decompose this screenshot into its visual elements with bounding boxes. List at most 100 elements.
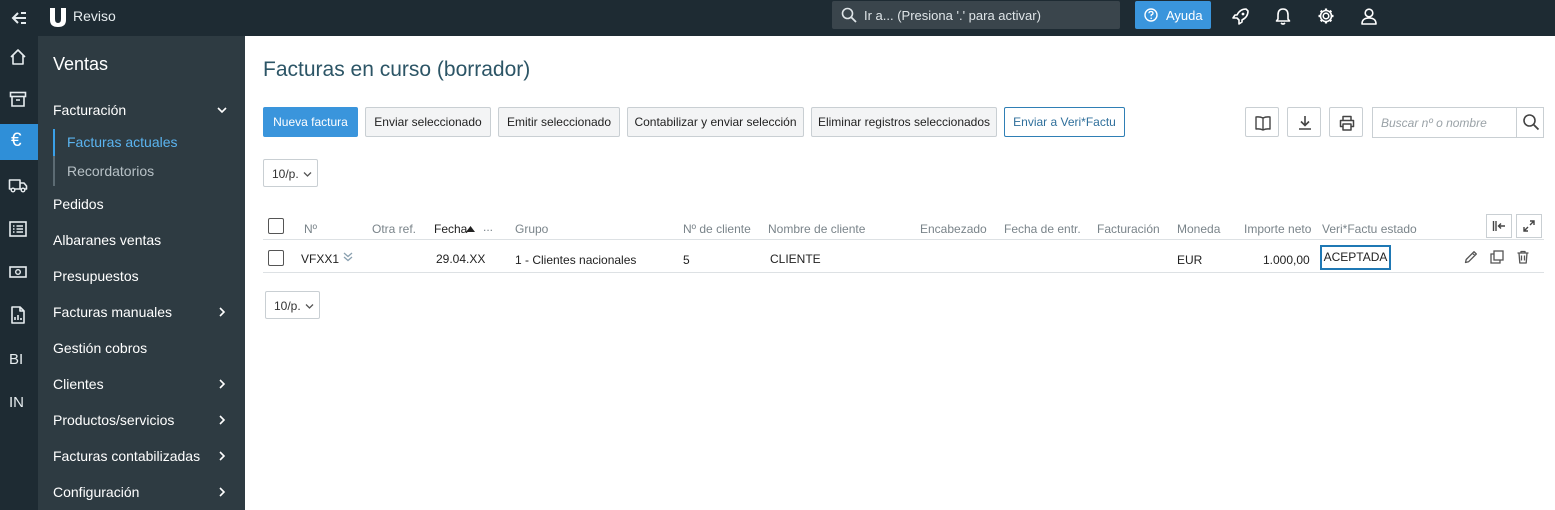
submenu-active-indicator: [53, 129, 55, 156]
double-chevron-down-icon[interactable]: [342, 251, 354, 263]
help-button[interactable]: Ayuda: [1135, 1, 1211, 29]
module-rail: € BI IN: [0, 36, 38, 510]
truck-icon: [8, 179, 28, 193]
download-icon: [1299, 116, 1311, 130]
sidebar-item-facturas-manuales[interactable]: Facturas manuales: [53, 304, 172, 320]
chevron-right-icon[interactable]: [216, 414, 228, 426]
page-size-select-top[interactable]: 10/p.: [263, 159, 318, 187]
collapse-columns-icon: [1492, 221, 1505, 231]
rail-cash[interactable]: [0, 254, 38, 290]
cell-grupo: 1 - Clientes nacionales: [515, 253, 637, 267]
sidebar-item-facturacion[interactable]: Facturación: [53, 102, 126, 118]
delete-selected-button[interactable]: Eliminar registros seleccionados: [811, 107, 997, 137]
select-all-checkbox[interactable]: [268, 218, 284, 234]
printer-icon: [1339, 115, 1355, 131]
manual-button[interactable]: [1245, 107, 1279, 137]
download-button[interactable]: [1287, 107, 1321, 137]
sidebar-item-presupuestos[interactable]: Presupuestos: [53, 268, 139, 284]
banknote-icon: [9, 266, 27, 278]
col-estado[interactable]: Veri*Factu estado: [1322, 222, 1417, 236]
home-icon: [10, 49, 26, 65]
sidebar-item-facturas-actuales[interactable]: Facturas actuales: [67, 134, 178, 150]
cell-numero[interactable]: VFXX1: [301, 252, 339, 266]
book-icon: [1255, 116, 1271, 131]
sidebar-item-clientes[interactable]: Clientes: [53, 376, 104, 392]
rocket-icon[interactable]: [1231, 6, 1251, 26]
send-verifactu-button[interactable]: Enviar a Veri*Factu: [1004, 107, 1125, 137]
sidebar-item-albaranes[interactable]: Albaranes ventas: [53, 232, 161, 248]
rail-in[interactable]: IN: [0, 385, 38, 421]
send-selected-button[interactable]: Enviar seleccionado: [365, 107, 491, 137]
expand-icon: [1523, 220, 1535, 232]
cell-importe: 1.000,00: [1263, 253, 1310, 267]
col-moneda[interactable]: Moneda: [1177, 222, 1220, 236]
sidebar-item-pedidos[interactable]: Pedidos: [53, 196, 104, 212]
rail-bi[interactable]: BI: [0, 342, 38, 378]
print-button[interactable]: [1329, 107, 1363, 137]
sidebar-item-recordatorios[interactable]: Recordatorios: [67, 163, 154, 179]
col-fecha-entr[interactable]: Fecha de entr.: [1004, 222, 1081, 236]
issue-selected-button[interactable]: Emitir seleccionado: [498, 107, 620, 137]
invoice-search-button[interactable]: [1516, 107, 1545, 138]
col-fecha[interactable]: Fecha: [434, 222, 467, 236]
col-numero[interactable]: Nº: [304, 222, 317, 236]
col-facturacion[interactable]: Facturación: [1097, 222, 1160, 236]
user-icon[interactable]: [1359, 6, 1379, 26]
col-grupo[interactable]: Grupo: [515, 222, 548, 236]
global-search[interactable]: Ir a... (Presiona '.' para activar): [832, 1, 1120, 29]
rail-report[interactable]: [0, 297, 38, 333]
sidebar-item-configuracion[interactable]: Configuración: [53, 484, 139, 500]
cell-n-cliente: 5: [683, 253, 690, 267]
col-importe[interactable]: Importe neto: [1244, 222, 1311, 236]
bell-icon[interactable]: [1273, 6, 1293, 26]
invoice-search-input[interactable]: [1373, 108, 1516, 137]
new-invoice-button[interactable]: Nueva factura: [263, 107, 358, 137]
chevron-down-icon: [303, 172, 312, 177]
page-size-select-bottom[interactable]: 10/p.: [265, 291, 320, 319]
brand-name: Reviso: [73, 8, 116, 24]
expand-table-button[interactable]: [1516, 214, 1542, 238]
post-and-send-button[interactable]: Contabilizar y enviar selección: [627, 107, 804, 137]
col-fecha-more[interactable]: ...: [483, 220, 493, 234]
cell-nombre-cliente: CLIENTE: [770, 252, 821, 266]
sidebar-item-gestion-cobros[interactable]: Gestión cobros: [53, 340, 147, 356]
rail-delivery[interactable]: [0, 167, 38, 203]
trash-icon[interactable]: [1515, 249, 1531, 265]
col-n-cliente[interactable]: Nº de cliente: [683, 222, 751, 236]
page-title: Facturas en curso (borrador): [263, 58, 531, 81]
list-icon: [9, 221, 27, 237]
chevron-down-icon[interactable]: [216, 104, 228, 116]
question-icon: [1144, 8, 1158, 22]
sidebar: Ventas Facturación Facturas actuales Rec…: [38, 36, 245, 510]
chevron-right-icon[interactable]: [216, 450, 228, 462]
chevron-right-icon[interactable]: [216, 486, 228, 498]
collapse-menu-icon[interactable]: [8, 7, 30, 29]
row-checkbox[interactable]: [268, 250, 284, 266]
freeze-columns-button[interactable]: [1486, 214, 1512, 238]
page-size-value: 10/p.: [272, 167, 299, 181]
reviso-logo-icon[interactable]: [48, 6, 68, 28]
rail-home[interactable]: [0, 39, 38, 75]
archive-icon: [9, 91, 27, 107]
gear-icon[interactable]: [1316, 6, 1336, 26]
sidebar-item-facturas-contabilizadas[interactable]: Facturas contabilizadas: [53, 448, 200, 464]
top-bar: Reviso Ir a... (Presiona '.' para activa…: [0, 0, 1555, 36]
col-otra-ref[interactable]: Otra ref.: [372, 222, 416, 236]
pencil-icon[interactable]: [1463, 249, 1479, 265]
rail-list[interactable]: [0, 211, 38, 247]
rail-archive[interactable]: [0, 81, 38, 117]
sidebar-item-productos[interactable]: Productos/servicios: [53, 412, 174, 428]
rail-ventas[interactable]: €: [0, 124, 38, 160]
col-encabezado[interactable]: Encabezado: [920, 222, 987, 236]
help-label: Ayuda: [1166, 8, 1203, 23]
cell-moneda: EUR: [1177, 253, 1203, 267]
chevron-right-icon[interactable]: [216, 378, 228, 390]
table-row-divider: [263, 272, 1544, 273]
chevron-down-icon: [305, 304, 314, 309]
chevron-right-icon[interactable]: [216, 306, 228, 318]
page-size-value: 10/p.: [274, 299, 301, 313]
global-search-placeholder: Ir a... (Presiona '.' para activar): [864, 8, 1041, 23]
col-nombre-cliente[interactable]: Nombre de cliente: [768, 222, 865, 236]
report-document-icon: [11, 306, 25, 324]
copy-icon[interactable]: [1489, 249, 1505, 265]
